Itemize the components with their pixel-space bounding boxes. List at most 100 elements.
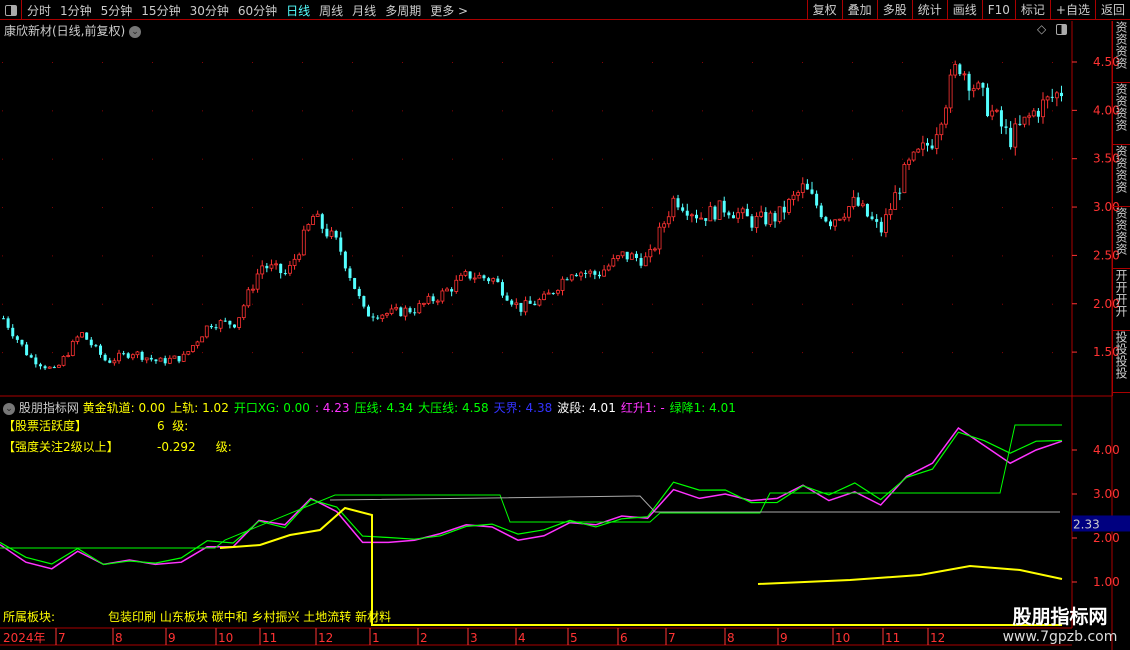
candle-body — [135, 351, 140, 356]
candle-body — [860, 203, 865, 207]
grid-dot — [802, 158, 803, 160]
strip-tab[interactable]: 资资资资 — [1113, 83, 1130, 145]
candle-body — [556, 290, 560, 294]
candle-body — [875, 219, 879, 222]
grid-dot — [1002, 303, 1003, 305]
candle-body — [167, 357, 172, 364]
grid-dot — [452, 207, 453, 209]
candle-body — [981, 82, 985, 88]
grid-dot — [952, 303, 953, 305]
grid-dot — [752, 158, 753, 160]
candle-body — [47, 366, 52, 369]
time-label: 9 — [780, 631, 788, 645]
strip-tab[interactable]: 资资资资 — [1113, 145, 1130, 207]
grid-dot — [402, 158, 403, 160]
strip-tab[interactable]: 资资资资 — [1113, 21, 1130, 83]
grid-dot — [552, 303, 553, 305]
grid-dot — [852, 303, 853, 305]
grid-dot — [252, 158, 253, 160]
candle-body — [745, 208, 749, 217]
candle-body — [593, 271, 597, 275]
watermark: 股朋指标网 www.7gpzb.com — [990, 600, 1130, 650]
indicator-name: 股朋指标网 — [18, 401, 79, 415]
grid-dot — [352, 207, 353, 209]
candle-body — [149, 357, 153, 360]
strip-tab[interactable]: 投投投投 — [1113, 331, 1130, 393]
candle-body — [237, 317, 242, 328]
watermark-url: www.7gpzb.com — [1002, 629, 1118, 645]
indicator-value: 天界: 4.38 — [493, 401, 553, 415]
candle-body — [279, 263, 283, 274]
candle-body — [1013, 123, 1018, 148]
indicator-value: 大压线: 4.58 — [418, 401, 489, 415]
candle-body — [158, 357, 163, 362]
grid-dot — [1002, 352, 1003, 354]
candle-body — [130, 354, 135, 359]
candle-body — [750, 216, 754, 228]
time-label: 8 — [727, 631, 735, 645]
candle-body — [29, 355, 33, 358]
candle-body — [856, 197, 860, 206]
grid-dot — [702, 255, 703, 257]
activity-unit: 级: — [172, 419, 189, 433]
grid-dot — [302, 352, 303, 354]
grid-dot — [452, 158, 453, 160]
grid-dot — [302, 110, 303, 112]
candle-body — [884, 214, 888, 233]
candle-body — [255, 273, 260, 290]
candle-body — [939, 123, 944, 136]
candle-body — [879, 221, 883, 233]
grid-dot — [802, 255, 803, 257]
candle-body — [117, 352, 121, 362]
candle-body — [588, 270, 593, 274]
candle-body — [796, 192, 801, 196]
strength-number: -0.292 — [157, 440, 196, 454]
candle-body — [6, 318, 10, 328]
candle-body — [519, 302, 523, 312]
candle-body — [967, 73, 971, 91]
candle-body — [181, 353, 186, 362]
activity-row: 【股票活跃度】 — [3, 417, 87, 434]
grid-dot — [102, 158, 103, 160]
candle-body — [408, 308, 412, 313]
candle-body — [99, 345, 103, 355]
candle-body — [61, 356, 66, 366]
grid-dot — [852, 352, 853, 354]
time-label: 10 — [835, 631, 850, 645]
current-value: 2.33 — [1073, 517, 1100, 531]
time-label: 7 — [668, 631, 676, 645]
time-label: 11 — [262, 631, 277, 645]
candle-body — [819, 205, 823, 218]
indicator-value: 上轨: 1.02 — [170, 401, 229, 415]
indicator-value: 绿降1: 4.01 — [669, 401, 736, 415]
candle-body — [565, 279, 569, 281]
kline-chart[interactable]: 4.504.003.503.002.502.001.504.003.002.00… — [0, 0, 1130, 650]
candle-body — [898, 192, 902, 194]
candle-body — [15, 336, 19, 340]
indicator-value: 压线: 4.34 — [354, 401, 414, 415]
grid-dot — [402, 110, 403, 112]
candle-body — [810, 189, 814, 194]
candle-body — [777, 206, 782, 222]
candle-body — [301, 229, 306, 256]
strip-tab[interactable]: 资资资资 — [1113, 207, 1130, 269]
grid-dot — [852, 62, 853, 63]
candle-body — [450, 289, 454, 292]
candle-body — [1031, 110, 1036, 117]
candle-body — [990, 110, 995, 117]
grid-dot — [602, 158, 603, 160]
grid-dot — [252, 352, 253, 354]
strip-tab[interactable]: 开开开开 — [1113, 269, 1130, 331]
grid-dot — [652, 352, 653, 354]
candle-body — [260, 265, 265, 275]
grid-dot — [52, 255, 53, 257]
time-label: 7 — [58, 631, 66, 645]
candle-body — [976, 82, 981, 90]
grid-dot — [52, 303, 53, 305]
grid-dot — [202, 255, 203, 257]
candle-body — [722, 200, 726, 213]
grid-dot — [102, 303, 103, 305]
chevron-down-icon[interactable]: ⌄ — [3, 402, 15, 415]
grid-dot — [402, 352, 403, 354]
candle-body — [851, 196, 856, 207]
